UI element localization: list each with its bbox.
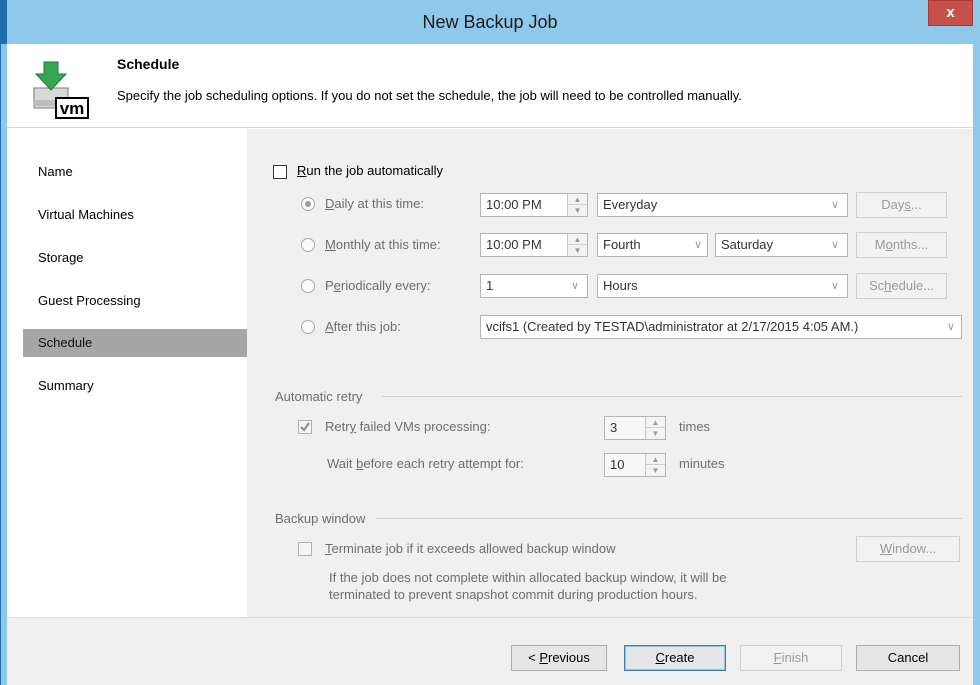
step-name[interactable]: Name [23, 158, 247, 186]
retry-failed-label: Retry failed VMs processing: [325, 419, 491, 434]
spin-down-icon[interactable]: ▼ [646, 428, 665, 439]
monthly-time-spinner[interactable]: ▲ ▼ [567, 234, 587, 256]
chevron-down-icon: ∨ [830, 199, 840, 211]
periodic-unit-select[interactable]: Hours [597, 274, 848, 298]
spin-up-icon[interactable]: ▲ [646, 417, 665, 428]
backup-window-separator [376, 518, 962, 519]
wait-label: Wait before each retry attempt for: [327, 456, 524, 471]
spin-up-icon[interactable]: ▲ [568, 194, 587, 205]
monthly-radio[interactable] [301, 238, 315, 252]
chevron-down-icon: ∨ [570, 280, 580, 292]
daily-radio[interactable] [301, 197, 315, 211]
step-virtual-machines[interactable]: Virtual Machines [23, 201, 247, 229]
after-job-label: After this job: [325, 319, 401, 334]
automatic-retry-heading: Automatic retry [275, 389, 363, 404]
window-frame-right [973, 44, 980, 685]
days-button[interactable]: Days... [856, 192, 947, 218]
create-button[interactable]: Create [624, 645, 726, 671]
spin-down-icon[interactable]: ▼ [568, 205, 587, 216]
backup-window-note-line2: terminated to prevent snapshot commit du… [329, 587, 698, 602]
chevron-down-icon: ∨ [830, 239, 840, 251]
daily-time-spinner[interactable]: ▲ ▼ [567, 194, 587, 216]
close-button[interactable]: x [928, 0, 973, 26]
finish-button[interactable]: Finish [740, 645, 842, 671]
window-title: New Backup Job [422, 12, 558, 32]
spin-up-icon[interactable]: ▲ [568, 234, 587, 245]
vm-icon-text: vm [60, 99, 85, 118]
periodically-radio[interactable] [301, 279, 315, 293]
daily-label: Daily at this time: [325, 196, 424, 211]
backup-window-note-line1: If the job does not complete within allo… [329, 570, 727, 585]
retry-unit-label: times [679, 419, 711, 434]
step-guest-processing[interactable]: Guest Processing [23, 287, 247, 315]
retry-count-spinner[interactable]: ▲ ▼ [645, 417, 665, 439]
schedule-button[interactable]: Schedule... [856, 273, 947, 299]
retry-failed-checkbox[interactable] [298, 420, 312, 434]
spin-down-icon[interactable]: ▼ [568, 245, 587, 256]
chevron-down-icon: ∨ [830, 280, 840, 292]
window-button[interactable]: Window... [856, 536, 960, 562]
window-frame-left [0, 44, 7, 685]
backup-window-heading: Backup window [275, 511, 366, 526]
periodically-label: Periodically every: [325, 278, 431, 293]
daily-frequency-select[interactable]: Everyday [597, 193, 848, 217]
step-storage[interactable]: Storage [23, 244, 247, 272]
spin-down-icon[interactable]: ▼ [646, 465, 665, 476]
run-automatically-label: Run the job automatically [297, 163, 443, 178]
wait-unit-label: minutes [679, 456, 725, 471]
vm-backup-icon: vm [30, 60, 110, 120]
run-automatically-checkbox[interactable] [273, 165, 287, 179]
after-job-radio[interactable] [301, 320, 315, 334]
months-button[interactable]: Months... [856, 232, 947, 258]
page-title: Schedule [117, 56, 180, 72]
previous-button[interactable]: < Previous [511, 645, 607, 671]
spin-up-icon[interactable]: ▲ [646, 454, 665, 465]
page-description: Specify the job scheduling options. If y… [117, 88, 742, 103]
terminate-job-checkbox[interactable] [298, 542, 312, 556]
step-schedule[interactable]: Schedule [23, 329, 247, 357]
after-job-select[interactable]: vcifs1 (Created by TESTAD\administrator … [480, 315, 962, 339]
chevron-down-icon: ∨ [693, 239, 703, 251]
monthly-label: Monthly at this time: [325, 237, 441, 252]
cancel-button[interactable]: Cancel [856, 645, 960, 671]
terminate-job-label: Terminate job if it exceeds allowed back… [325, 541, 616, 556]
step-summary[interactable]: Summary [23, 372, 247, 400]
chevron-down-icon: ∨ [946, 321, 956, 333]
retry-separator [382, 396, 962, 397]
wait-minutes-spinner[interactable]: ▲ ▼ [645, 454, 665, 476]
